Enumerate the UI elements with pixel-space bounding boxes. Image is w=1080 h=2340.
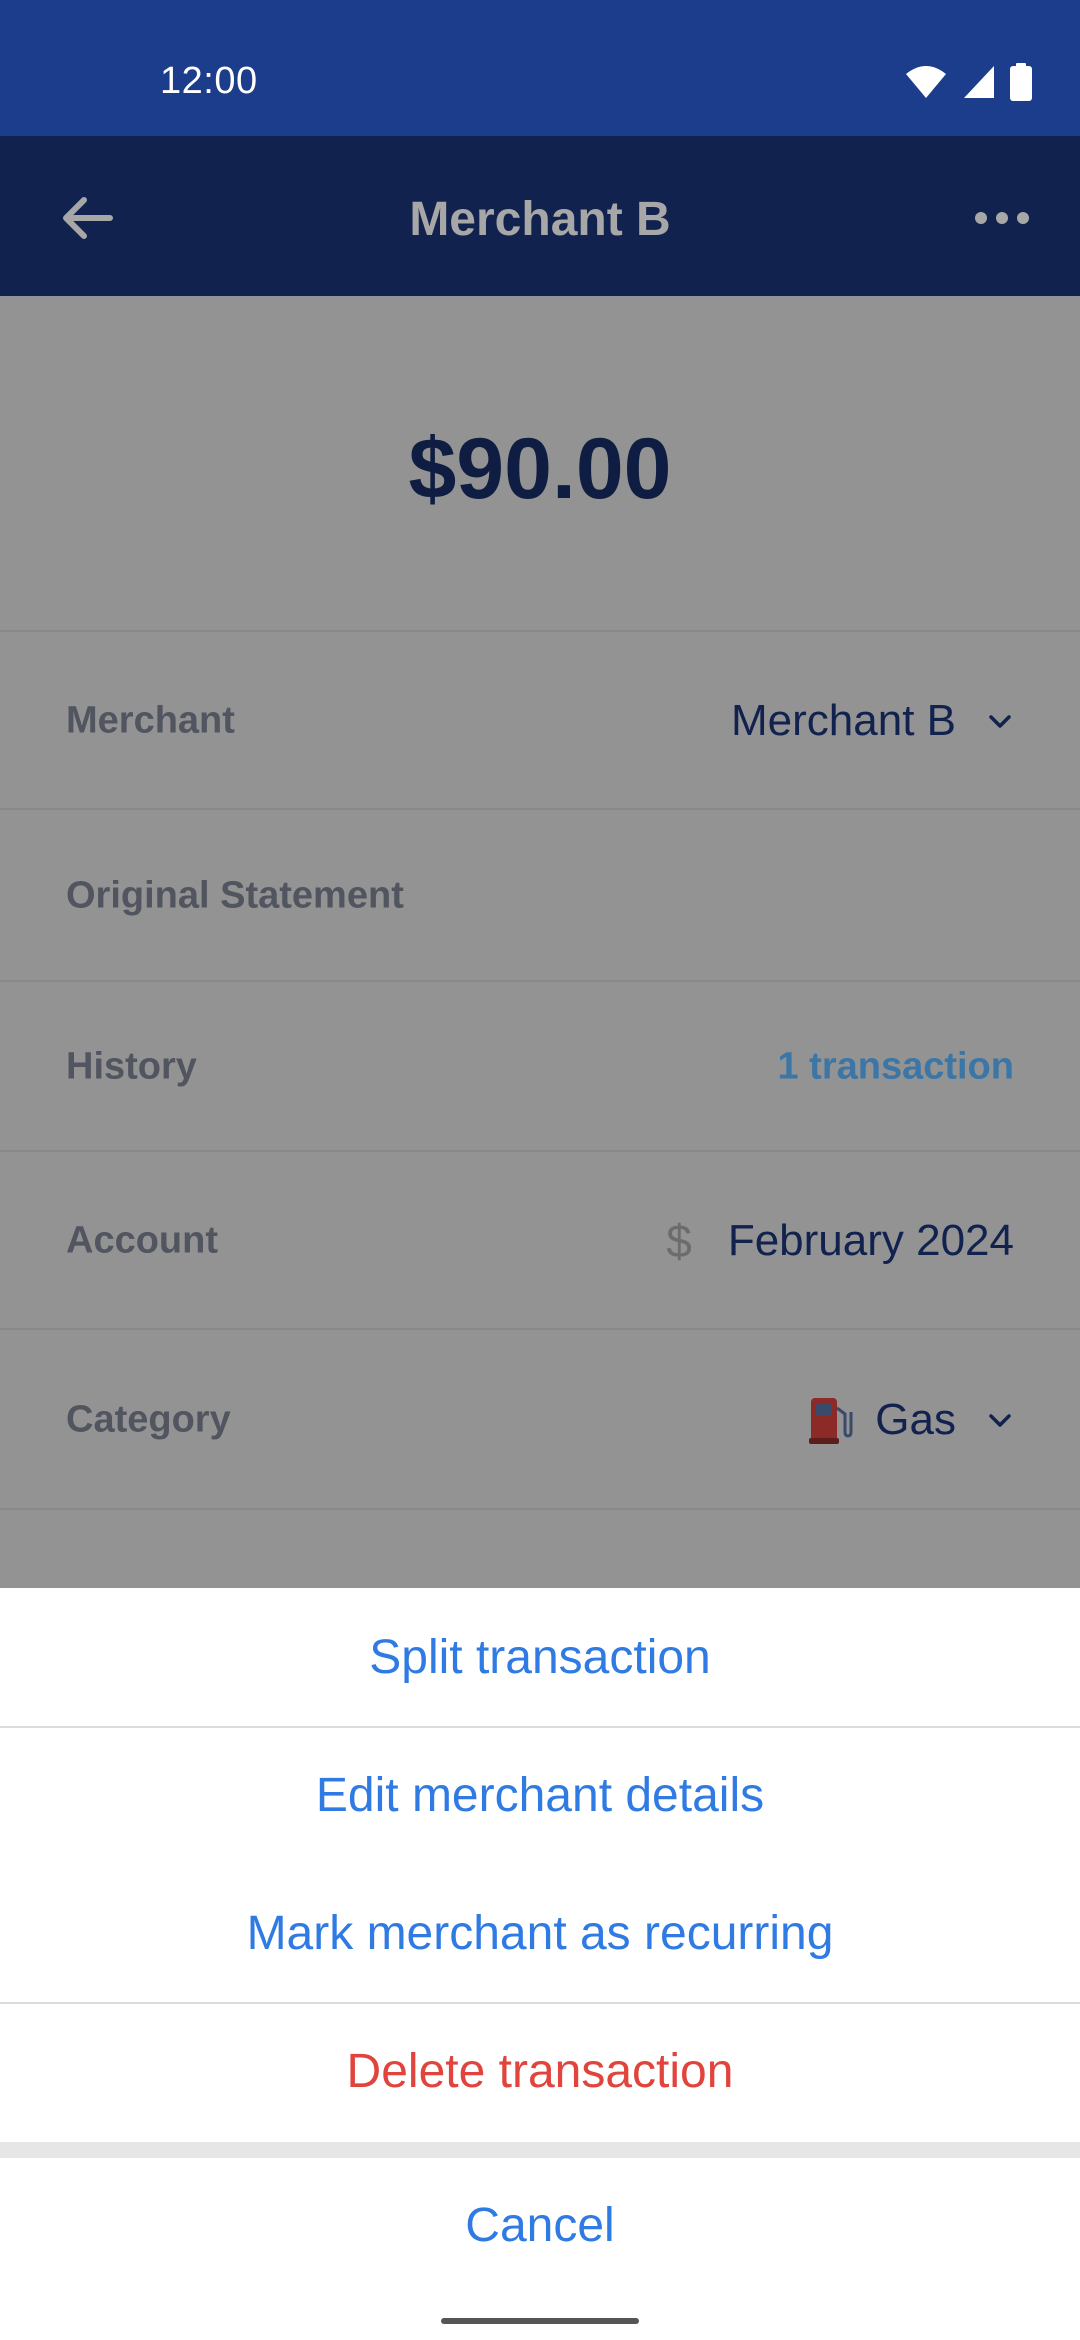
transaction-details: $90.00 Merchant Merchant B Original Stat… (0, 296, 1080, 1588)
history-link[interactable]: 1 transaction (777, 1046, 1014, 1089)
home-indicator[interactable] (441, 2318, 639, 2324)
mark-merchant-recurring-button[interactable]: Mark merchant as recurring (0, 1906, 1080, 1961)
transaction-amount: $90.00 (408, 421, 672, 517)
account-value: February 2024 (727, 1216, 1014, 1265)
original-statement-label: Original Statement (66, 874, 404, 917)
fuel-pump-icon (809, 1398, 853, 1444)
account-label: Account (66, 1219, 218, 1262)
merchant-row[interactable]: Merchant Merchant B (0, 630, 1080, 810)
delete-transaction-button[interactable]: Delete transaction (0, 2044, 1080, 2099)
sheet-divider (0, 2002, 1080, 2004)
account-row[interactable]: Account $ February 2024 (0, 1150, 1080, 1330)
original-statement-row: Original Statement (0, 808, 1080, 982)
dollar-icon: $ (666, 1215, 692, 1267)
merchant-value-group: Merchant B (731, 696, 1014, 746)
chevron-down-icon (989, 1414, 1011, 1427)
chevron-down-icon (989, 715, 1011, 728)
category-label: Category (66, 1398, 231, 1441)
cellular-signal-icon (964, 66, 994, 98)
edit-merchant-details-button[interactable]: Edit merchant details (0, 1768, 1080, 1823)
sheet-gap (0, 2142, 1080, 2158)
merchant-value: Merchant B (731, 696, 956, 745)
category-row[interactable]: Category Gas (0, 1328, 1080, 1510)
merchant-label: Merchant (66, 699, 235, 742)
action-sheet: Split transaction Edit merchant details … (0, 1588, 1080, 2340)
cancel-button[interactable]: Cancel (0, 2198, 1080, 2253)
sheet-divider (0, 1726, 1080, 1728)
next-row-partial (0, 1508, 1080, 1588)
status-icons (904, 62, 1032, 102)
battery-icon (1010, 63, 1032, 101)
app-bar: Merchant B (0, 136, 1080, 296)
category-value-group: Gas (809, 1395, 1014, 1445)
history-label: History (66, 1045, 197, 1088)
history-row[interactable]: History 1 transaction (0, 980, 1080, 1152)
more-options-button[interactable] (960, 180, 1044, 256)
status-time: 12:00 (160, 60, 258, 102)
back-button[interactable] (50, 180, 126, 256)
wifi-icon (906, 66, 946, 98)
status-bar: 12:00 (0, 0, 1080, 136)
more-horizontal-icon (975, 212, 1029, 224)
arrow-left-icon (63, 197, 113, 239)
account-value-group: $ February 2024 (666, 1214, 1014, 1268)
split-transaction-button[interactable]: Split transaction (0, 1630, 1080, 1685)
page-title: Merchant B (409, 193, 671, 246)
category-value: Gas (875, 1395, 956, 1444)
